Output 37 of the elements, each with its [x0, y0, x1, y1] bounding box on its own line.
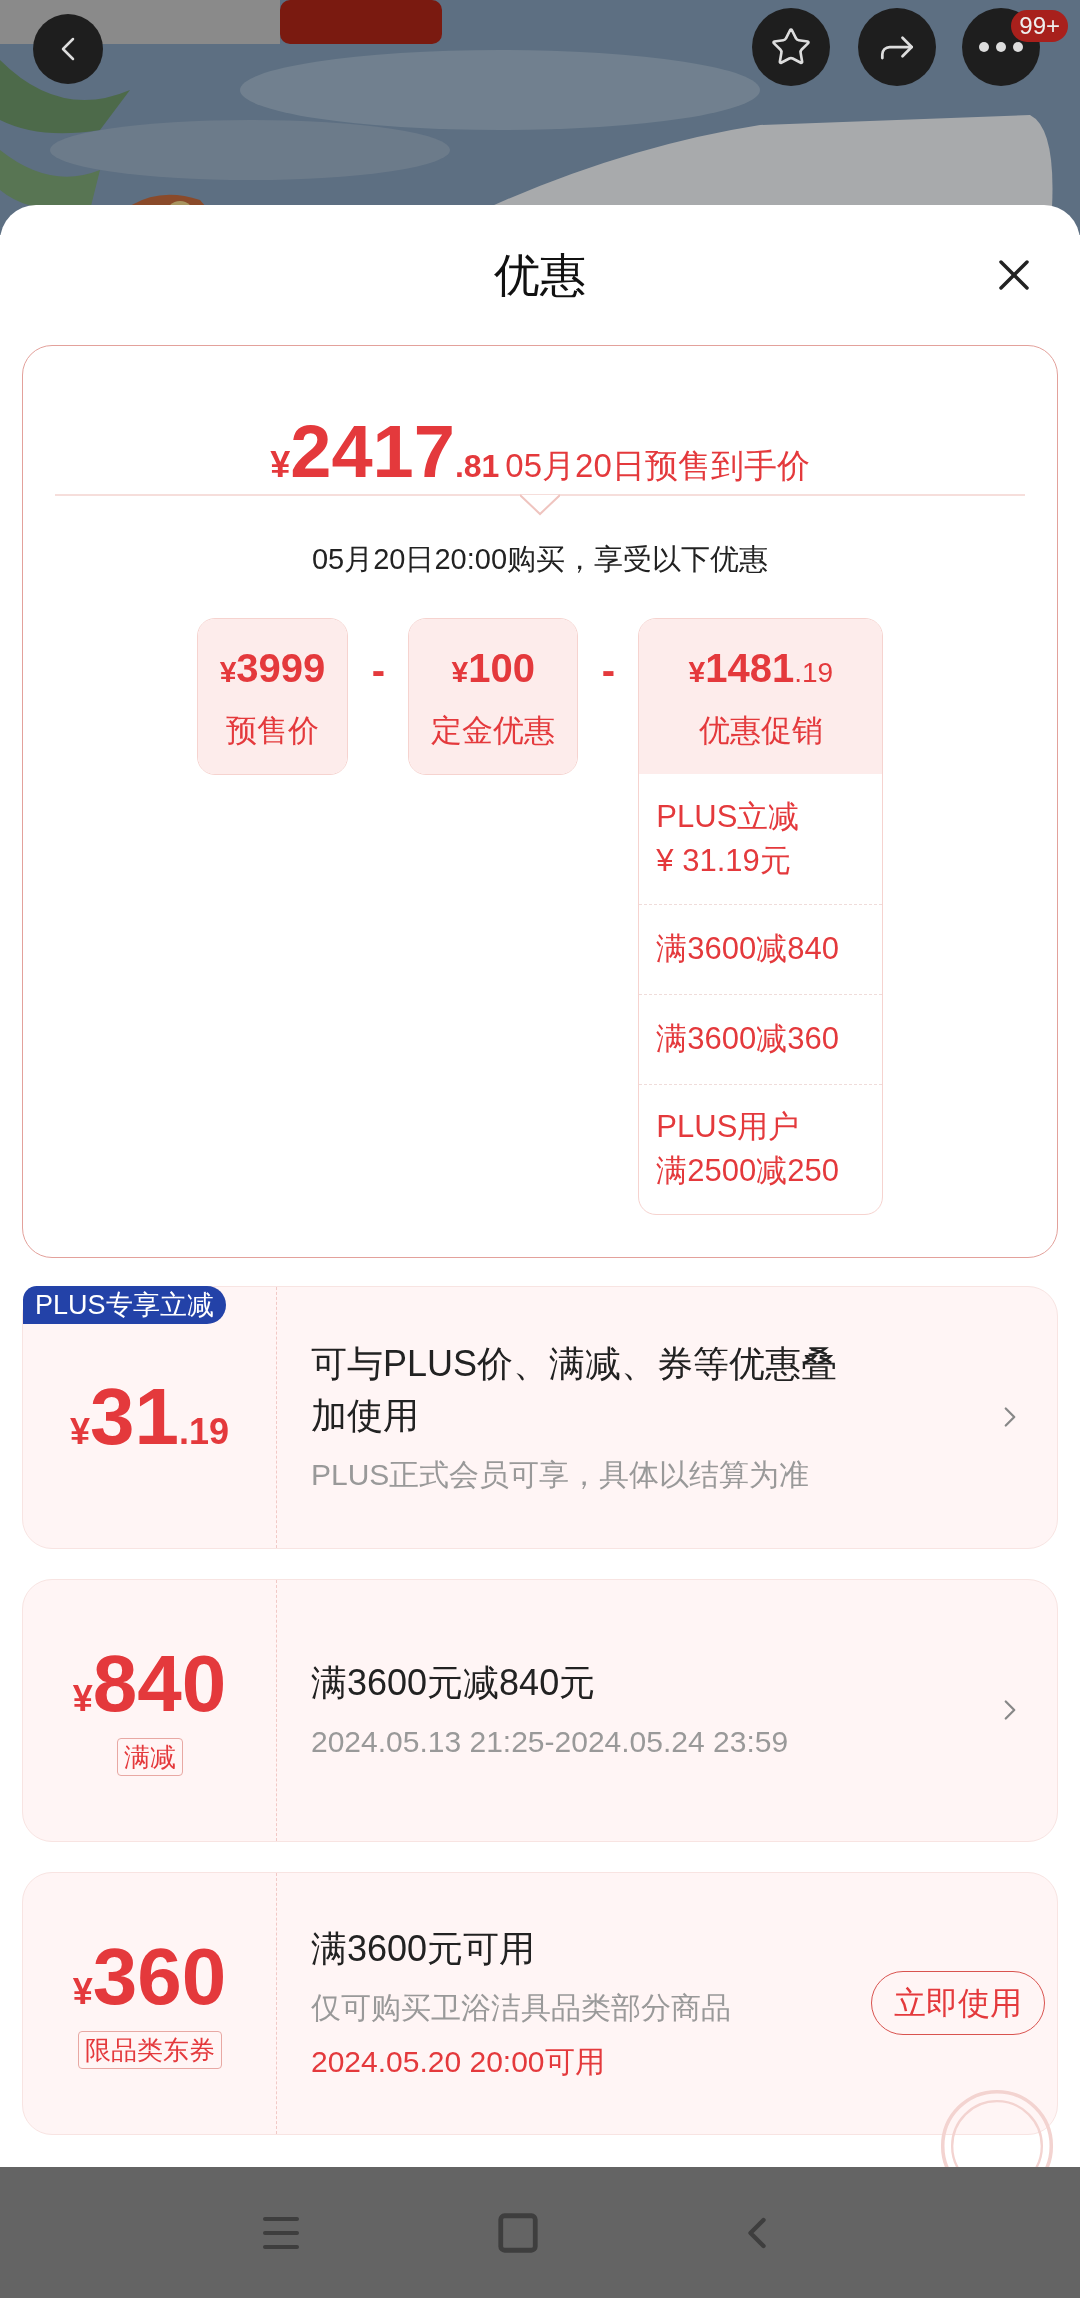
coupon-card[interactable]: PLUS专享立减 ¥31.19 可与PLUS价、满减、券等优惠叠加使用 PLUS正式会员可享，具体以结算为准: [22, 1285, 1058, 1549]
purchase-note: 05月20日20:00购买，享受以下优惠: [311, 542, 769, 577]
coupon-title: 满3600元可用: [311, 1927, 537, 1971]
coupon-amount: ¥360: [72, 1937, 227, 2017]
minus-sign: -: [600, 649, 616, 690]
sheet-title: 优惠: [494, 247, 586, 303]
final-price: ¥2417.81: [270, 409, 500, 495]
promotion-text: PLUS立减: [656, 797, 801, 836]
price-caption: 05月20日预售到手价: [505, 446, 810, 486]
coupon-amount: ¥840: [72, 1644, 227, 1724]
term-amount: ¥3999: [219, 644, 326, 692]
coupon-subtitle: 仅可购买卫浴洁具品类部分商品: [311, 1990, 732, 2026]
term-label: 优惠促销: [698, 711, 823, 750]
promotion-text: 满3600减840: [656, 930, 840, 968]
coupon-subtitle: 2024.05.13 21:25-2024.05.24 23:59: [311, 1724, 790, 1760]
minus-sign: -: [370, 649, 386, 690]
term-amount: ¥1481.19: [688, 644, 834, 692]
term-amount: ¥100: [451, 644, 536, 692]
coupon-amount: ¥31.19: [69, 1377, 230, 1457]
coupon-type-tag: 限品类东券: [77, 2031, 222, 2069]
promotion-text: 满3600减360: [656, 1020, 840, 1058]
coupon-title: 可与PLUS价、满减、券等优惠叠加使用: [311, 1342, 839, 1438]
coupon-card[interactable]: ¥360 限品类东券 满3600元可用 仅可购买卫浴洁具品类部分商品 2024.05.20 20:00可用 立即使用: [22, 1871, 1058, 2135]
coupon-title: 满3600元减840元: [311, 1661, 597, 1705]
promotion-text: PLUS用户: [656, 1108, 801, 1146]
term-label: 预售价: [226, 711, 319, 750]
coupon-card[interactable]: ¥840 满减 满3600元减840元 2024.05.13 21:25-2024.05.24 23:59: [22, 1578, 1058, 1842]
coupon-date: 2024.05.20 20:00可用: [311, 2044, 606, 2080]
pointer-notch-icon: [520, 494, 560, 516]
promotion-text: 满2500减250: [656, 1152, 840, 1190]
term-label: 定金优惠: [431, 711, 556, 750]
notification-badge: 99+: [1011, 10, 1068, 42]
plus-tag: PLUS专享立减: [23, 1285, 226, 1324]
promotion-text: ¥ 31.19元: [656, 841, 792, 880]
coupon-type-tag: 满减: [116, 1738, 183, 1776]
coupon-subtitle: PLUS正式会员可享，具体以结算为准: [311, 1457, 811, 1493]
more-icon: [979, 42, 1023, 52]
